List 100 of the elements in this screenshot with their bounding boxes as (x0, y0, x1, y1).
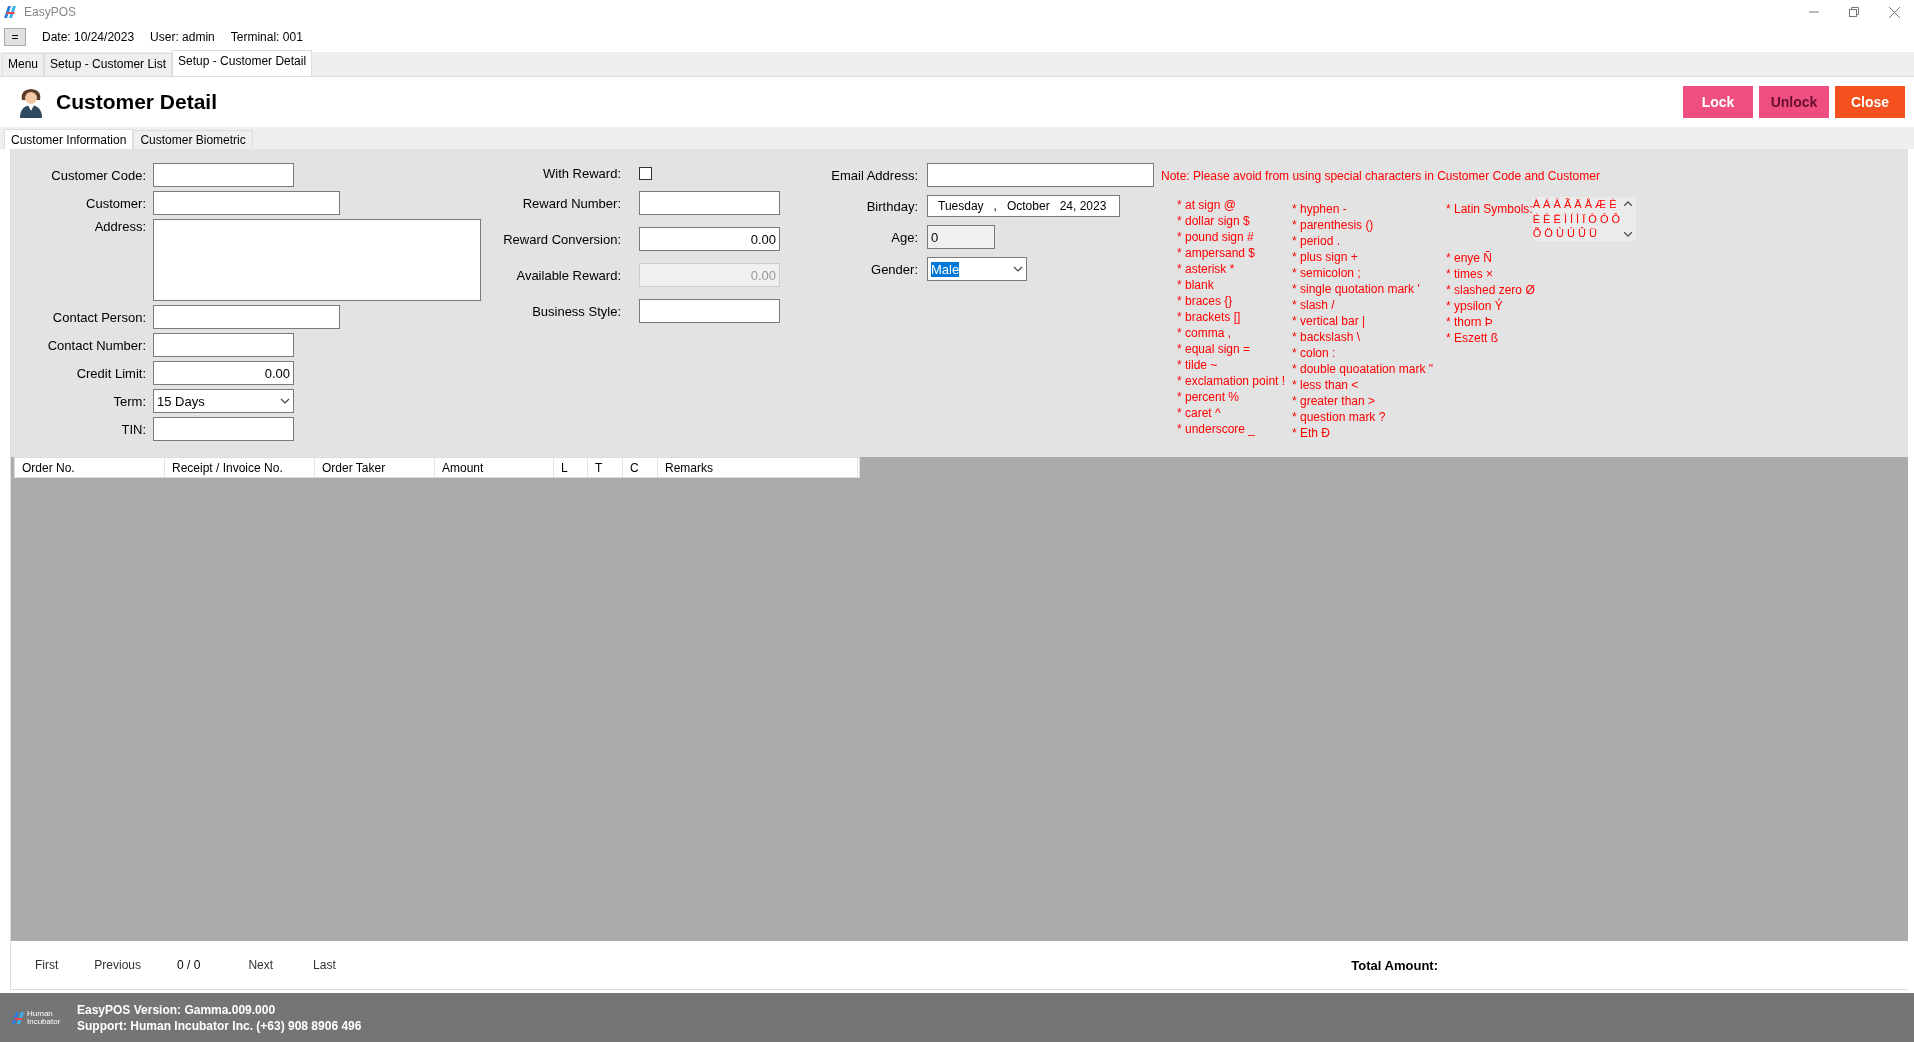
pager-button[interactable]: Next (248, 958, 274, 972)
note-item: * less than < (1292, 377, 1360, 393)
note-item: * double quoatation mark " (1292, 361, 1435, 377)
page-counter: 0 / 0 (177, 958, 201, 972)
note-item: * parenthesis () (1292, 217, 1375, 233)
tab[interactable]: Menu (2, 53, 45, 76)
field-label: Term: (112, 393, 146, 409)
total-label: Total Amount: (1351, 957, 1438, 973)
column-header[interactable]: Receipt / Invoice No. (165, 458, 315, 477)
input-field[interactable] (153, 333, 294, 357)
column-header[interactable]: T (588, 458, 623, 477)
note-item: * question mark ? (1292, 409, 1387, 425)
column-header[interactable]: Remarks (658, 458, 858, 477)
page-title: Customer Detail (56, 90, 218, 114)
note-item: * slashed zero Ø (1446, 281, 1536, 298)
field-label: Address: (93, 219, 146, 234)
warning-note: Note: Please avoid from using special characters in Customer Code and Customer (1161, 169, 1601, 183)
note-item: * semicolon ; (1292, 265, 1362, 281)
tab[interactable]: Setup - Customer List (44, 53, 173, 76)
logo-mark-icon (12, 1011, 26, 1024)
date-label: Date: 10/24/2023 (42, 30, 135, 44)
menu-button[interactable]: = (4, 28, 26, 46)
tab[interactable]: Customer Biometric (133, 130, 253, 149)
terminal-label: Terminal: 001 (230, 30, 303, 44)
close-icon[interactable] (1889, 6, 1900, 18)
input-field[interactable] (153, 191, 340, 215)
note-item: * plus sign + (1292, 249, 1359, 265)
field-label: With Reward: (541, 165, 621, 181)
note-item: * brackets [] (1177, 309, 1242, 325)
note-item: * Eth Ð (1292, 425, 1331, 441)
input-field[interactable]: 0.00 (153, 361, 294, 385)
field-label: Customer: (85, 195, 146, 211)
note-item: * braces {} (1177, 293, 1234, 309)
checkbox[interactable] (639, 166, 652, 180)
note-item: * underscore _ (1177, 421, 1257, 437)
note-item: * Eszett ß (1446, 329, 1499, 346)
tab[interactable]: Customer Information (4, 129, 134, 149)
column-header[interactable]: Order Taker (315, 458, 435, 477)
app-logo-icon (4, 6, 18, 18)
note-item: * greater than > (1292, 393, 1377, 409)
input-field[interactable] (639, 299, 780, 323)
note-item: * asterisk * (1177, 261, 1236, 277)
field-label: Age: (890, 229, 918, 245)
input-field[interactable]: 0 (927, 225, 995, 249)
note-item: * percent % (1177, 389, 1241, 405)
date-picker[interactable]: Tuesday , October 24, 2023 (927, 195, 1120, 217)
pager-button[interactable]: Previous (94, 958, 141, 972)
note-item: * Latin Symbols: (1446, 202, 1533, 217)
text-area[interactable] (153, 219, 481, 301)
note-item: * comma , (1177, 325, 1232, 341)
note-item: * caret ^ (1177, 405, 1222, 421)
input-field[interactable]: 0.00 (639, 227, 780, 251)
field-label: Birthday: (865, 198, 918, 214)
pager-button[interactable]: First (35, 958, 59, 972)
note-item: * colon : (1292, 345, 1337, 361)
note-item: * tilde ~ (1177, 357, 1219, 373)
input-field[interactable] (153, 163, 294, 187)
pager-button[interactable]: Last (313, 958, 336, 972)
field-label: Reward Conversion: (502, 231, 621, 247)
input-field[interactable] (153, 417, 294, 441)
note-item: * times × (1446, 265, 1494, 282)
note-item: * hyphen - (1292, 201, 1348, 217)
field-label: Email Address: (830, 167, 918, 183)
scroll-down-icon[interactable] (1624, 231, 1633, 237)
note-item: * ypsilon Ý (1446, 297, 1504, 314)
note-item: * single quotation mark ' (1292, 281, 1421, 297)
note-item: * vertical bar | (1292, 313, 1367, 329)
note-item: * equal sign = (1177, 341, 1252, 357)
note-item: * backslash \ (1292, 329, 1362, 345)
symbol-line: À Á Â Ã Ä Å Æ È (1532, 197, 1618, 210)
support-text: Support: Human Incubator Inc. (+63) 908 8906 496 (77, 1017, 362, 1034)
column-header[interactable]: C (623, 458, 658, 477)
field-label: Credit Limit: (75, 365, 146, 381)
column-header[interactable]: Order No. (15, 458, 165, 477)
input-field[interactable] (153, 305, 340, 329)
note-item: * blank (1177, 277, 1215, 293)
symbol-line: É Ê Ë Ì Í Î Ï Ò Ó Ô (1532, 212, 1621, 226)
dropdown[interactable]: 15 Days (153, 389, 294, 413)
note-item: * pound sign # (1177, 229, 1255, 245)
note-item: * ampersand $ (1177, 245, 1257, 261)
note-item: * thorn Þ (1446, 313, 1494, 330)
column-header[interactable]: L (554, 458, 588, 477)
input-field[interactable] (927, 163, 1154, 187)
tab[interactable]: Setup - Customer Detail (172, 50, 313, 76)
field-label: Customer Code: (50, 167, 146, 183)
field-label: Contact Person: (51, 309, 146, 325)
window-title: EasyPOS (24, 5, 77, 19)
user-label: User: admin (150, 30, 215, 44)
input-field[interactable] (639, 191, 780, 215)
column-header[interactable]: Amount (435, 458, 554, 477)
field-label: Available Reward: (515, 267, 621, 283)
person-avatar-icon (18, 86, 44, 118)
field-label: Contact Number: (46, 337, 146, 353)
scroll-up-icon[interactable] (1624, 201, 1633, 206)
field-label: Reward Number: (521, 195, 621, 211)
dropdown[interactable]: Male (927, 257, 1027, 281)
restore-icon[interactable] (1849, 6, 1859, 17)
note-item: * slash / (1292, 297, 1336, 313)
field-label: TIN: (120, 421, 146, 437)
version-text: EasyPOS Version: Gamma.009.000 (77, 1001, 277, 1018)
